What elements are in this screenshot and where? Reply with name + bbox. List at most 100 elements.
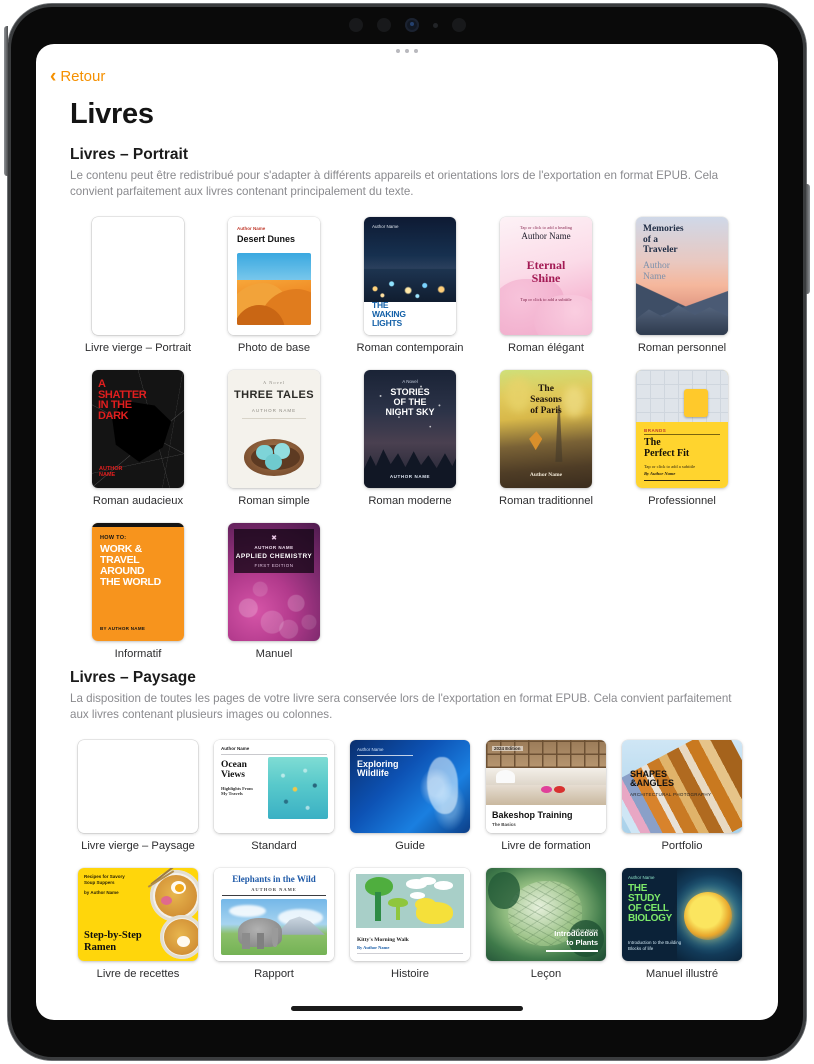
template-card-roman-elegant[interactable]: Tap or click to add a heading Author Nam… [478,216,614,354]
thumbnail-professionnel[interactable]: BRANDS The Perfect Fit Tap or click to ad… [636,369,728,488]
thumbnail-livre-de-recettes[interactable]: Recipes for Savory Soup Suppers by Author… [78,867,198,961]
cover-title: Exploring Wildlife [357,758,399,779]
template-label: Guide [395,839,425,852]
template-label: Manuel illustré [645,967,719,980]
ipad-device-frame: ‹ Retour Livres Livres – Portrait Le con… [4,4,810,1060]
section-portrait-description: Le contenu peut être redistribué pour s'… [70,169,719,199]
chevron-left-icon: ‹ [50,66,57,87]
template-card-professionnel[interactable]: BRANDS The Perfect Fit Tap or click to ad… [614,369,750,507]
thumbnail-standard[interactable]: Author Name Ocean Views Highlights From My… [214,739,334,833]
section-landscape-description: La disposition de toutes les pages de vo… [70,692,732,722]
template-card-guide[interactable]: Author Name Exploring Wildlife Guide [342,739,478,852]
cover-author: AUTHOR NAME [99,466,123,479]
template-card-rapport[interactable]: Elephants in the Wild AUTHOR NAME Rappor… [206,867,342,980]
template-card-informatif[interactable]: HOW TO: WORK & TRAVEL AROUND THE WORLD BY A… [70,522,206,660]
cover-title: Step-by-Step Ramen [84,930,142,953]
camera-lens-icon [404,18,419,32]
thumbnail-roman-personnel[interactable]: Memories of a Traveler Author Name [636,216,728,335]
template-label: Roman traditionnel [499,494,593,507]
template-card-livre-vierge-portrait[interactable]: Livre vierge – Portrait [70,216,206,354]
template-label: Roman contemporain [356,341,464,354]
thumbnail-roman-moderne[interactable]: A Novel STORIES OF THE NIGHT SKY AUTHOR NA… [364,369,456,488]
cover-title: Memories of a Traveler [643,223,684,256]
section-portrait-title: Livres – Portrait [70,146,189,163]
template-label: Photo de base [237,341,311,354]
template-card-lecon[interactable]: Author Name Introduction to Plants Leçon [478,867,614,980]
back-button[interactable]: ‹ Retour [50,67,105,86]
cover-title: THE STUDY OF CELL BIOLOGY [628,882,673,925]
cover-title: WORK & TRAVEL AROUND THE WORLD [100,542,161,589]
template-label: Roman personnel [637,341,727,354]
cover-title: STORIES OF THE NIGHT SKY [385,386,435,418]
cover-title: Ocean Views [221,759,247,780]
template-label: Portfolio [661,839,703,852]
template-card-roman-simple[interactable]: A Novel THREE TALES AUTHOR NAME Roman si… [206,369,342,507]
sheet-grabber[interactable] [36,49,778,53]
cover-subtitle: Highlights From My Travels [221,785,253,797]
template-card-photo-de-base[interactable]: Author Name Desert Dunes Photo de base [206,216,342,354]
template-card-roman-personnel[interactable]: Memories of a Traveler Author Name Roman pe… [614,216,750,354]
thumbnail-roman-contemporain[interactable]: Author Name THE WAKING LIGHTS [364,216,456,335]
camera-array [302,14,512,36]
template-label: Informatif [114,647,162,660]
template-card-roman-contemporain[interactable]: Author Name THE WAKING LIGHTS Roman contem… [342,216,478,354]
template-label: Manuel [255,647,293,660]
thumbnail-histoire[interactable]: Kitty's Morning Walk By Author Name [350,867,470,961]
template-label: Leçon [530,967,562,980]
cover-kicker: Recipes for Savory Soup Suppers [84,873,125,885]
thumbnail-manuel-illustre[interactable]: Author Name THE STUDY OF CELL BIOLOGY Intro… [622,867,742,961]
template-card-manuel[interactable]: ✖ AUTHOR NAME APPLIED CHEMISTRY FIRST ED… [206,522,342,660]
thumbnail-blank-landscape[interactable] [78,739,198,833]
thumbnail-blank-portrait[interactable] [92,216,184,335]
template-card-portfolio[interactable]: SHAPES &ANGLES ARCHITECTURAL PHOTOGRAPHY … [614,739,750,852]
section-landscape-title: Livres – Paysage [70,669,196,686]
template-card-livre-de-formation[interactable]: 2024 Edition Bakeshop Training The Basic… [478,739,614,852]
section-landscape: Livres – Paysage La disposition de toute… [70,669,752,980]
home-indicator[interactable] [291,1006,523,1011]
cover-subtitle: Introduction to the Building Blocks of li… [628,940,682,951]
page-title: Livres [70,98,154,130]
camera-dot-icon [451,18,466,32]
cover-author: Author Name [643,260,670,282]
template-card-standard[interactable]: Author Name Ocean Views Highlights From My… [206,739,342,852]
section-portrait: Livres – Portrait Le contenu peut être r… [70,146,752,660]
thumbnail-portfolio[interactable]: SHAPES &ANGLES ARCHITECTURAL PHOTOGRAPHY [622,739,742,833]
template-label: Roman audacieux [92,494,184,507]
template-label: Livre de formation [501,839,591,852]
thumbnail-photo-de-base[interactable]: Author Name Desert Dunes [228,216,320,335]
template-card-histoire[interactable]: Kitty's Morning Walk By Author Name Hist… [342,867,478,980]
thumbnail-rapport[interactable]: Elephants in the Wild AUTHOR NAME [214,867,334,961]
back-button-label: Retour [60,68,106,85]
cover-title: THE WAKING LIGHTS [372,300,406,328]
template-label: Livre vierge – Portrait [84,341,192,354]
thumbnail-roman-audacieux[interactable]: A SHATTER IN THE DARK AUTHOR NAME [92,369,184,488]
thumbnail-lecon[interactable]: Author Name Introduction to Plants [486,867,606,961]
thumbnail-informatif[interactable]: HOW TO: WORK & TRAVEL AROUND THE WORLD BY A… [92,522,184,641]
template-label: Rapport [254,967,294,980]
thumbnail-guide[interactable]: Author Name Exploring Wildlife [350,739,470,833]
thumbnail-roman-traditionnel[interactable]: The Seasons of Paris Author Name [500,369,592,488]
camera-dot-icon [348,18,363,32]
cover-title: The Perfect Fit [644,437,690,460]
template-label: Standard [251,839,297,852]
cover-title: A SHATTER IN THE DARK [98,377,147,423]
template-card-livre-vierge-paysage[interactable]: Livre vierge – Paysage [70,739,206,852]
crossmark-icon: ✖ [271,534,277,542]
template-card-roman-moderne[interactable]: A Novel STORIES OF THE NIGHT SKY AUTHOR NA… [342,369,478,507]
template-card-livre-de-recettes[interactable]: Recipes for Savory Soup Suppers by Author… [70,867,206,980]
cover-title: Eternal Shine [526,257,566,285]
thumbnail-roman-elegant[interactable]: Tap or click to add a heading Author Nam… [500,216,592,335]
camera-dot-icon [376,18,391,32]
template-card-roman-audacieux[interactable]: A SHATTER IN THE DARK AUTHOR NAME Roman auda… [70,369,206,507]
template-card-manuel-illustre[interactable]: Author Name THE STUDY OF CELL BIOLOGY Intro… [614,867,750,980]
thumbnail-manuel[interactable]: ✖ AUTHOR NAME APPLIED CHEMISTRY FIRST ED… [228,522,320,641]
thumbnail-roman-simple[interactable]: A Novel THREE TALES AUTHOR NAME [228,369,320,488]
template-label: Roman moderne [368,494,452,507]
template-label: Livre de recettes [96,967,180,980]
landscape-template-grid: Livre vierge – Paysage Author Name Ocean… [70,739,752,980]
template-card-roman-traditionnel[interactable]: The Seasons of Paris Author Name Roman tra… [478,369,614,507]
thumbnail-livre-de-formation[interactable]: 2024 Edition Bakeshop Training The Basic… [486,739,606,833]
template-label: Roman simple [238,494,310,507]
sensor-dot-icon [432,22,438,28]
cover-title: Introduction to Plants [554,929,598,947]
